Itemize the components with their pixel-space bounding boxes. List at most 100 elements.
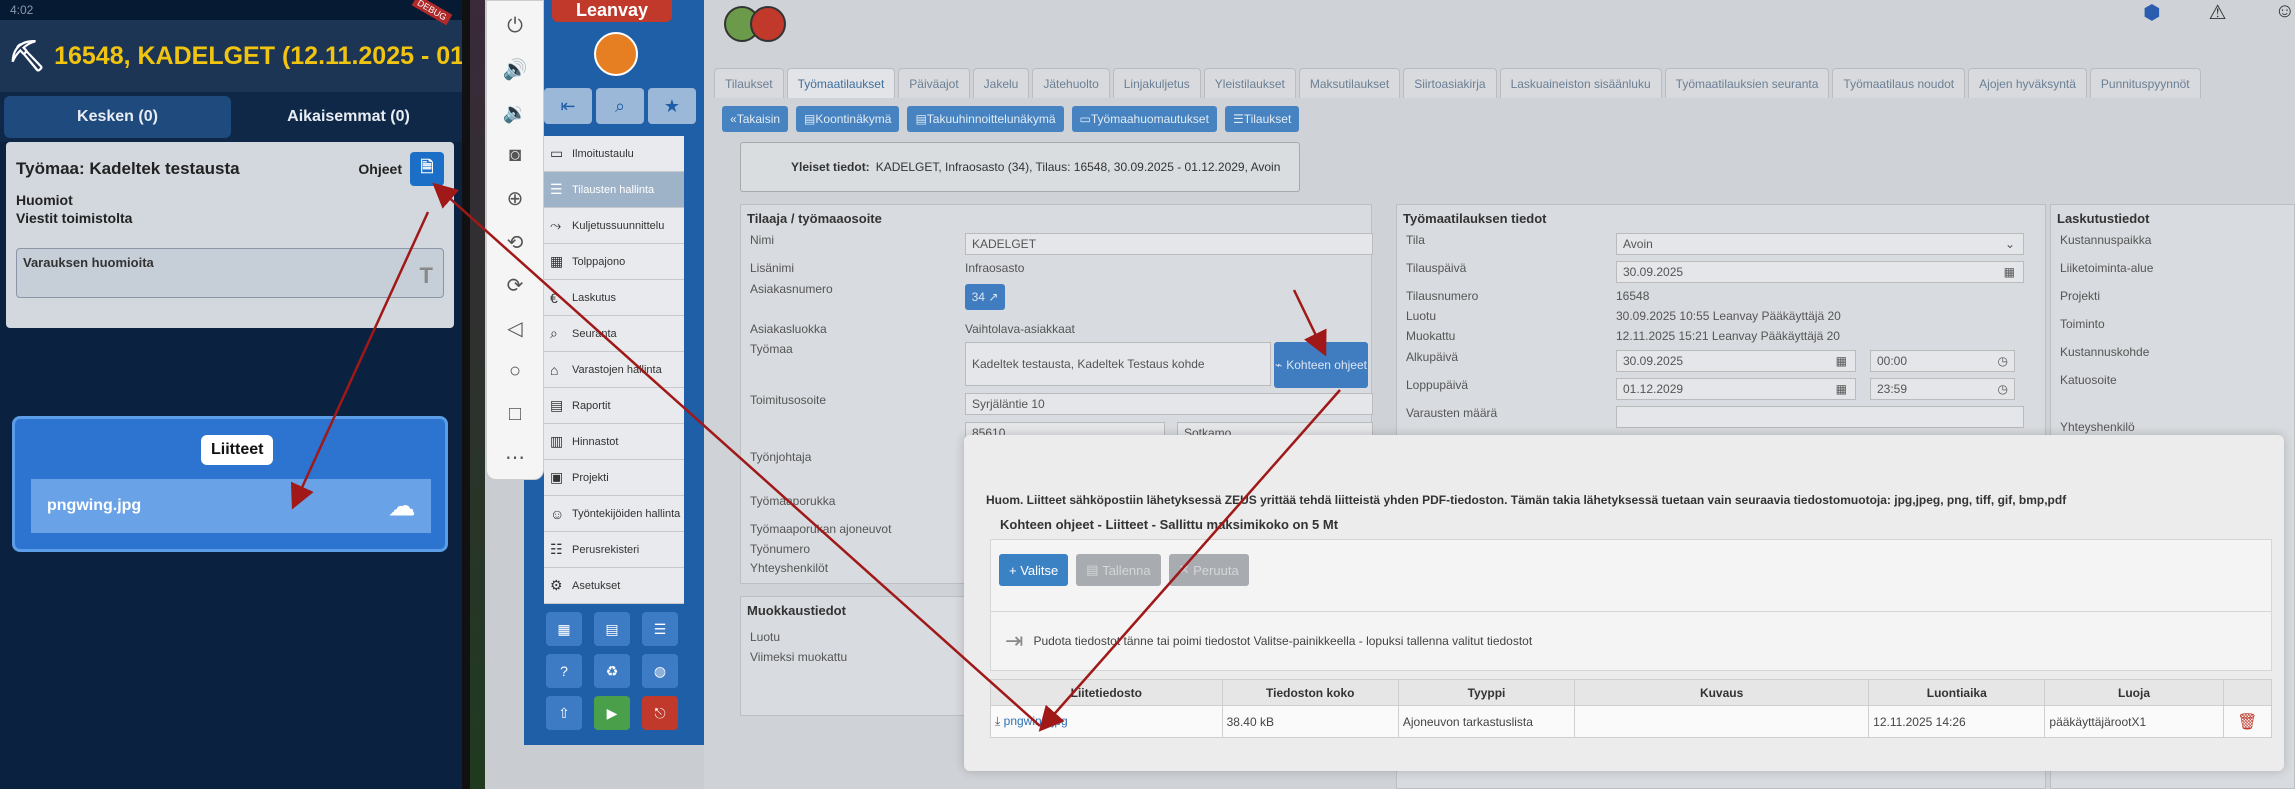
camera-icon[interactable]: ◙ bbox=[509, 134, 521, 177]
logout-icon[interactable]: ⎋ bbox=[642, 696, 678, 730]
home-icon[interactable]: ○ bbox=[509, 350, 521, 393]
apps-icon[interactable]: ▦ bbox=[546, 612, 582, 646]
nav-item[interactable]: ▦ Tolppajono bbox=[544, 244, 684, 280]
varaukset-field[interactable] bbox=[1616, 406, 2024, 428]
zoom-icon[interactable]: ⊕ bbox=[507, 177, 524, 220]
nav-item[interactable]: ☷ Perusrekisteri bbox=[544, 532, 684, 568]
billing-panel-title: Laskutustiedot bbox=[2057, 211, 2150, 226]
tab-jatehuolto[interactable]: Jätehuolto bbox=[1032, 68, 1110, 98]
save-button[interactable]: ▤ Tallenna bbox=[1076, 554, 1161, 586]
description-cell[interactable] bbox=[1574, 705, 1870, 738]
search-icon[interactable]: ⌕ bbox=[596, 88, 644, 124]
tyomaa-field[interactable]: Kadeltek testausta, Kadeltek Testaus koh… bbox=[965, 342, 1271, 386]
warranty-pricing-button[interactable]: ▤ Takuuhinnoittelunäkymä bbox=[907, 106, 1064, 132]
orders-button[interactable]: ☰ Tilaukset bbox=[1224, 106, 1300, 132]
calendar-icon[interactable]: ▦ bbox=[1836, 382, 1847, 396]
avatar[interactable] bbox=[594, 32, 638, 76]
tab-maksutilaukset[interactable]: Maksutilaukset bbox=[1298, 68, 1401, 98]
site-remarks-button[interactable]: ▭ Työmaahuomautukset bbox=[1071, 106, 1217, 132]
nav-item-active[interactable]: ☰ Tilausten hallinta bbox=[544, 172, 684, 208]
customer-number-link[interactable]: 34 ↗ bbox=[965, 284, 1005, 310]
instructions-button[interactable]: 🗎 bbox=[410, 152, 444, 186]
star-icon[interactable]: ★ bbox=[648, 88, 696, 124]
tab-noudot[interactable]: Työmaatilaus noudot bbox=[1832, 68, 1966, 98]
worksite-card: Työmaa: Kadeltek testausta Ohjeet 🗎 Huom… bbox=[6, 142, 454, 328]
summary-view-button[interactable]: ▤ Koontinäkymä bbox=[796, 106, 900, 132]
tab-aikaisemmat[interactable]: Aikaisemmat (0) bbox=[235, 92, 462, 142]
rotate-left-icon[interactable]: ⟲ bbox=[507, 220, 524, 263]
volume-up-icon[interactable]: 🔊 bbox=[503, 48, 528, 91]
alkupaiva-field[interactable]: 30.09.2025 ▦ bbox=[1616, 350, 1856, 372]
warning-icon[interactable]: ⚠ bbox=[2209, 0, 2227, 25]
tab-punnituspyynnot[interactable]: Punnituspyynnöt bbox=[2089, 68, 2201, 98]
recycle-icon[interactable]: ♻ bbox=[594, 654, 630, 688]
volume-down-icon[interactable]: 🔉 bbox=[503, 91, 528, 134]
nimi-field[interactable]: KADELGET bbox=[965, 233, 1373, 255]
clock-icon[interactable]: ◷ bbox=[1998, 382, 2008, 396]
yhteyshenkilot-label: Yhteyshenkilöt bbox=[750, 561, 829, 575]
edit-muokattu-label: Viimeksi muokattu bbox=[750, 650, 848, 664]
help-icon[interactable]: ? bbox=[546, 654, 582, 688]
tab-yleistilaukset[interactable]: Yleistilaukset bbox=[1203, 68, 1296, 98]
order-panel-title: Työmaatilauksen tiedot bbox=[1403, 211, 1547, 226]
nav-item[interactable]: ⌂ Varastojen hallinta bbox=[544, 352, 684, 388]
upload-icon[interactable]: ⇧ bbox=[546, 696, 582, 730]
nav-item[interactable]: ⌕ Seuranta bbox=[544, 316, 684, 352]
calendar-icon[interactable]: ▦ bbox=[2004, 265, 2015, 279]
cube-icon[interactable]: ⬢ bbox=[2143, 0, 2160, 25]
text-icon: T bbox=[419, 263, 433, 288]
nav-item[interactable]: ⚙ Asetukset bbox=[544, 568, 684, 604]
sliders-icon[interactable]: ☰ bbox=[642, 612, 678, 646]
tab-kesken[interactable]: Kesken (0) bbox=[4, 96, 231, 138]
collapse-icon[interactable]: ⇤ bbox=[544, 88, 592, 124]
tab-laskuaineisto[interactable]: Laskuaineiston sisäänluku bbox=[1499, 68, 1662, 98]
reservation-notes-field[interactable]: Varauksen huomioita T bbox=[16, 248, 444, 298]
rotate-right-icon[interactable]: ⟳ bbox=[507, 264, 524, 307]
clipboard-icon[interactable]: ▤ bbox=[594, 612, 630, 646]
nav-item[interactable]: € Laskutus bbox=[544, 280, 684, 316]
col-kuvaus: Kuvaus bbox=[1574, 679, 1870, 706]
nav-item[interactable]: ▣ Projekti bbox=[544, 460, 684, 496]
more-icon[interactable]: ⋯ bbox=[505, 436, 525, 479]
back-icon[interactable]: ◁ bbox=[507, 307, 522, 350]
loppupaiva-field[interactable]: 01.12.2029 ▦ bbox=[1616, 378, 1856, 400]
attachment-file-row[interactable]: pngwing.jpg ☁ bbox=[31, 479, 431, 533]
drop-zone[interactable]: ⇥ Pudota tiedostot tänne tai poimi tiedo… bbox=[990, 611, 2272, 671]
tab-tilaukset[interactable]: Tilaukset bbox=[714, 68, 784, 98]
overview-icon[interactable]: □ bbox=[509, 393, 521, 436]
site-instructions-button[interactable]: ⌁ Kohteen ohjeet bbox=[1274, 342, 1368, 388]
loppuaika-field[interactable]: 23:59 ◷ bbox=[1870, 378, 2015, 400]
back-button[interactable]: « Takaisin bbox=[722, 106, 789, 132]
power-icon[interactable]: ⏻ bbox=[507, 5, 523, 48]
toimitusosoite-field[interactable]: Syrjäläntie 10 bbox=[965, 393, 1373, 415]
tab-jakelu[interactable]: Jakelu bbox=[972, 68, 1030, 98]
tila-select[interactable]: Avoin ⌄ bbox=[1616, 233, 2024, 255]
trash-icon[interactable]: 🗑 bbox=[2222, 705, 2273, 738]
clock-icon[interactable]: ◷ bbox=[1998, 354, 2008, 368]
tab-siirtoasiakirja[interactable]: Siirtoasiakirja bbox=[1403, 68, 1497, 98]
nav-item[interactable]: ▭ Ilmoitustaulu bbox=[544, 136, 684, 172]
tab-ajojen-hyvaksynta[interactable]: Ajojen hyväksyntä bbox=[1968, 68, 2087, 98]
nav-item[interactable]: ▥ Hinnastot bbox=[544, 424, 684, 460]
globe-icon[interactable]: ◍ bbox=[642, 654, 678, 688]
tab-tyomaatilaukset[interactable]: Työmaatilaukset bbox=[786, 68, 896, 98]
attachment-link[interactable]: pngwing.jpg bbox=[1004, 714, 1068, 728]
nav-item[interactable]: ▤ Raportit bbox=[544, 388, 684, 424]
tab-linjakuljetus[interactable]: Linjakuljetus bbox=[1112, 68, 1201, 98]
select-files-button[interactable]: + Valitse bbox=[999, 554, 1069, 586]
download-icon[interactable]: ⤓ bbox=[995, 714, 1000, 728]
pricelist-icon: ▥ bbox=[550, 433, 564, 449]
tab-seuranta[interactable]: Työmaatilauksien seuranta bbox=[1664, 68, 1830, 98]
avatar[interactable] bbox=[750, 6, 786, 42]
alkuaika-field[interactable]: 00:00 ◷ bbox=[1870, 350, 2015, 372]
user-icon[interactable]: ☺ bbox=[2275, 0, 2295, 25]
tab-paivaajot[interactable]: Päiväajot bbox=[898, 68, 970, 98]
cancel-button[interactable]: ✕ Peruuta bbox=[1168, 554, 1249, 586]
calendar-icon[interactable]: ▦ bbox=[1836, 354, 1847, 368]
play-icon[interactable]: ▶ bbox=[594, 696, 630, 730]
cloud-download-icon[interactable]: ☁ bbox=[389, 491, 415, 522]
tilauspaiva-field[interactable]: 30.09.2025 ▦ bbox=[1616, 261, 2024, 283]
nav-item[interactable]: ☺ Työntekijöiden hallinta bbox=[544, 496, 684, 532]
ajoneuvot-label: Työmaaporukan ajoneuvot bbox=[750, 522, 892, 536]
nav-item[interactable]: ⤳ Kuljetussuunnittelu bbox=[544, 208, 684, 244]
